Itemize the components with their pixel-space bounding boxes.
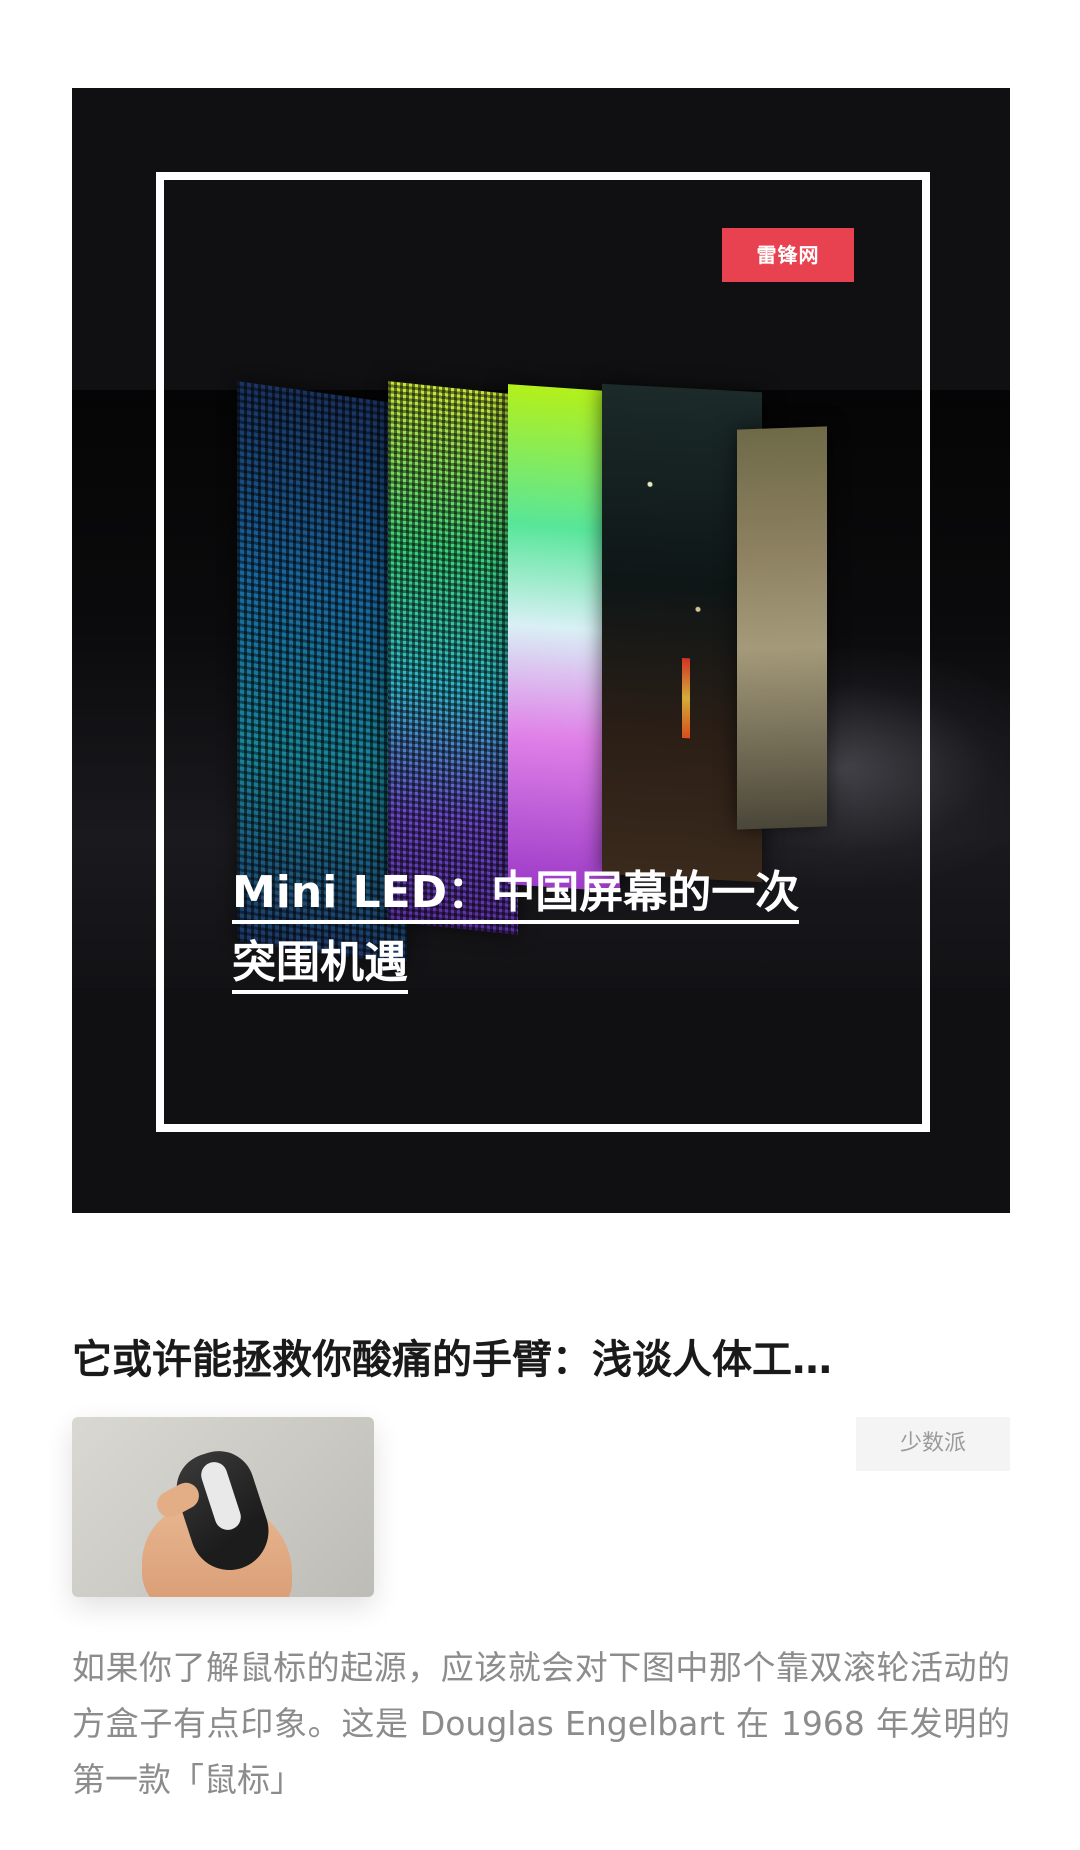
featured-article-card[interactable]: 雷锋网 Mini LED：中国屏幕的一次 突围机遇 bbox=[72, 88, 1010, 1213]
source-badge: 雷锋网 bbox=[722, 228, 854, 282]
featured-title-line1: Mini LED：中国屏幕的一次 bbox=[232, 867, 800, 924]
featured-title[interactable]: Mini LED：中国屏幕的一次 突围机遇 bbox=[232, 858, 832, 998]
article-source-tag: 少数派 bbox=[856, 1417, 1010, 1471]
article-title[interactable]: 它或许能拯救你酸痛的手臂：浅谈人体工… bbox=[72, 1330, 1010, 1390]
article-thumbnail[interactable] bbox=[72, 1417, 374, 1597]
featured-title-line2: 突围机遇 bbox=[232, 937, 408, 994]
article-summary[interactable]: 如果你了解鼠标的起源，应该就会对下图中那个靠双滚轮活动的方盒子有点印象。这是 D… bbox=[72, 1640, 1010, 1808]
